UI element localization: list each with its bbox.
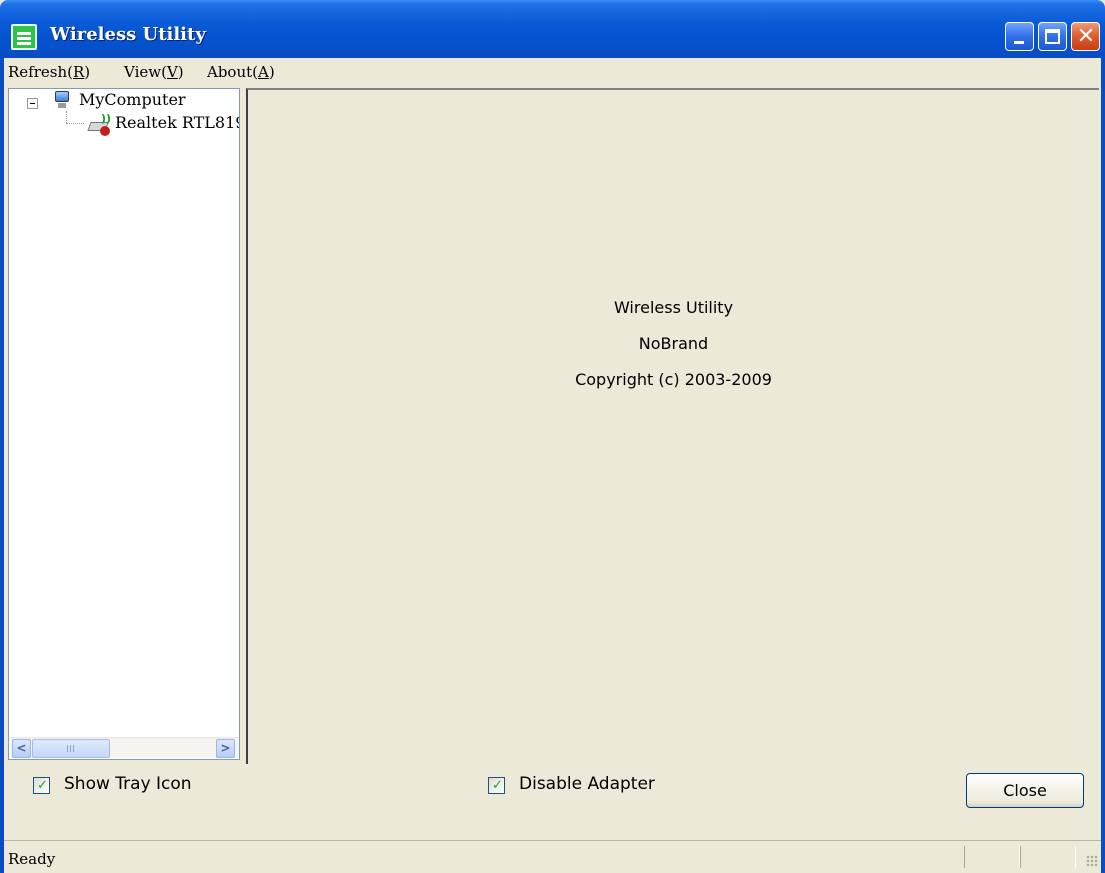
menu-refresh-key: R [72, 63, 85, 81]
about-product-name: Wireless Utility [613, 298, 734, 317]
close-window-button[interactable]: ✕ [1071, 22, 1100, 51]
status-text: Ready [8, 850, 56, 868]
chevron-left-icon: < [16, 741, 27, 755]
tree-connector-vertical [66, 111, 67, 123]
disable-adapter-label[interactable]: Disable Adapter [519, 774, 655, 794]
menu-view[interactable]: View(V) [124, 63, 184, 81]
app-icon[interactable] [11, 24, 37, 50]
scroll-grip-icon [67, 745, 75, 752]
about-copyright: Copyright (c) 2003-2009 [575, 370, 772, 389]
window-frame-right [1101, 58, 1105, 873]
device-tree[interactable]: MyComputer )) Realtek RTL819 < > [8, 88, 240, 760]
tree-connector-horizontal [66, 123, 84, 124]
menu-about-suffix: ) [268, 63, 275, 81]
chevron-right-icon: > [220, 741, 231, 755]
status-panel-1 [964, 846, 1020, 868]
maximize-icon [1045, 29, 1060, 44]
title-bar[interactable]: Wireless Utility ✕ [0, 0, 1105, 58]
minimize-button[interactable] [1005, 22, 1034, 51]
about-brand: NoBrand [638, 334, 709, 353]
show-tray-icon-checkbox[interactable]: ✓ [33, 777, 50, 794]
about-panel: Wireless Utility NoBrand Copyright (c) 2… [246, 88, 1099, 764]
maximize-button[interactable] [1038, 22, 1067, 51]
computer-icon [53, 90, 71, 110]
minimize-icon [1014, 41, 1024, 44]
window-frame-left [0, 58, 4, 873]
checkmark-icon: ✓ [37, 778, 48, 793]
wireless-adapter-icon: )) [87, 112, 115, 136]
close-icon: ✕ [1076, 24, 1096, 49]
menu-about-key: A [258, 63, 269, 81]
menu-view-label: View( [124, 63, 167, 81]
scroll-left-button[interactable]: < [12, 739, 31, 758]
show-tray-icon-label[interactable]: Show Tray Icon [64, 774, 192, 794]
status-panel-2 [1020, 846, 1076, 868]
resize-grip-icon[interactable] [1086, 855, 1098, 867]
menu-refresh-suffix: ) [84, 63, 91, 81]
menu-view-suffix: ) [177, 63, 184, 81]
tree-item-mycomputer[interactable]: MyComputer [79, 90, 186, 109]
scroll-right-button[interactable]: > [216, 739, 235, 758]
menu-about-label: About( [207, 63, 259, 81]
tree-horizontal-scrollbar[interactable]: < > [10, 737, 239, 758]
tree-collapse-toggle[interactable] [27, 98, 38, 109]
window-title: Wireless Utility [50, 24, 206, 45]
menu-refresh-label: Refresh( [8, 63, 73, 81]
menu-refresh[interactable]: Refresh(R) [8, 63, 90, 81]
menu-bar: Refresh(R) View(V) About(A) [4, 58, 1101, 86]
menu-about[interactable]: About(A) [207, 63, 275, 81]
tree-item-adapter[interactable]: Realtek RTL819 [115, 113, 239, 132]
status-bar: Ready [4, 840, 1101, 873]
menu-view-key: V [166, 63, 178, 81]
checkmark-icon: ✓ [492, 778, 503, 793]
close-button[interactable]: Close [966, 773, 1084, 808]
disable-adapter-checkbox[interactable]: ✓ [488, 777, 505, 794]
scroll-thumb[interactable] [32, 739, 110, 758]
